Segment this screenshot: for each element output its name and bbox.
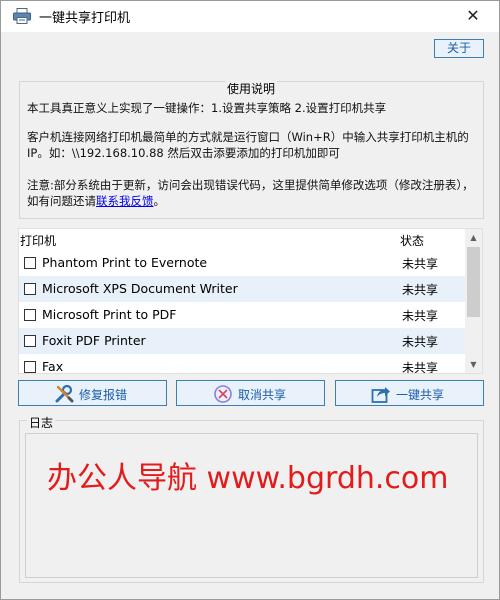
instruction-note-text: 注意:部分系统由于更新，访问会出现错误代码，这里提供简单修改选项（修改注册表），…: [27, 178, 474, 208]
printer-checkbox[interactable]: [24, 283, 36, 295]
printer-status: 未共享: [402, 283, 439, 297]
repair-label: 修复报错: [79, 388, 128, 402]
printer-name: Phantom Print to Evernote: [42, 255, 208, 270]
about-button[interactable]: 关于: [434, 39, 484, 58]
printer-status: 未共享: [402, 361, 439, 374]
printer-row[interactable]: Phantom Print to Evernote 未共享: [19, 250, 466, 276]
list-scrollbar[interactable]: ▲ ▼: [465, 229, 482, 373]
list-header: 打印机 状态: [19, 229, 466, 250]
title-bar: 一键共享打印机 ✕: [1, 1, 499, 32]
printer-name: Foxit PDF Printer: [42, 333, 146, 348]
printer-icon: [13, 8, 31, 24]
feedback-link[interactable]: 联系我反馈: [96, 194, 154, 208]
instruction-note-end: 。: [153, 194, 166, 208]
instruction-line-3: 注意:部分系统由于更新，访问会出现错误代码，这里提供简单修改选项（修改注册表），…: [27, 177, 477, 209]
cancel-circle-icon: [214, 385, 232, 403]
instruction-line-2: 客户机连接网络打印机最简单的方式就是运行窗口（Win+R）中输入共享打印机主机的…: [27, 130, 469, 160]
close-button[interactable]: ✕: [455, 2, 491, 30]
one-click-share-button[interactable]: 一键共享: [335, 380, 484, 406]
printer-name: Fax: [42, 359, 64, 374]
close-icon: ✕: [466, 6, 480, 25]
cancel-share-button[interactable]: 取消共享: [176, 380, 325, 406]
scroll-up-icon[interactable]: ▲: [465, 229, 482, 246]
column-header-printer[interactable]: 打印机: [20, 232, 56, 249]
repair-button[interactable]: 修复报错: [18, 380, 167, 406]
printer-name: Microsoft Print to PDF: [42, 307, 177, 322]
printer-status: 未共享: [402, 257, 439, 271]
scroll-thumb[interactable]: [467, 247, 480, 317]
scroll-down-icon[interactable]: ▼: [465, 356, 482, 373]
watermark-text: 办公人导航 www.bgrdh.com: [47, 461, 449, 496]
window-title: 一键共享打印机: [39, 11, 131, 26]
wrench-screwdriver-icon: [55, 384, 74, 403]
app-window: 一键共享打印机 ✕ 关于 使用说明 本工具真正意义上实现了一键操作：1.设置共享…: [0, 0, 500, 600]
cancel-share-label: 取消共享: [238, 388, 287, 402]
printer-status: 未共享: [402, 335, 439, 349]
column-header-status[interactable]: 状态: [400, 232, 424, 249]
printer-status: 未共享: [402, 309, 439, 323]
printer-checkbox[interactable]: [24, 309, 36, 321]
printer-row[interactable]: Microsoft XPS Document Writer 未共享: [19, 276, 466, 302]
printer-checkbox[interactable]: [24, 361, 36, 373]
printer-checkbox[interactable]: [24, 257, 36, 269]
printer-row[interactable]: Fax 未共享: [19, 354, 466, 374]
instruction-line-1: 本工具真正意义上实现了一键操作：1.设置共享策略 2.设置打印机共享: [27, 101, 387, 115]
printer-row[interactable]: Microsoft Print to PDF 未共享: [19, 302, 466, 328]
log-title: 日志: [27, 414, 56, 431]
printer-checkbox[interactable]: [24, 335, 36, 347]
printer-name: Microsoft XPS Document Writer: [42, 281, 238, 296]
share-arrow-icon: [371, 387, 390, 403]
instructions-title: 使用说明: [225, 80, 278, 97]
printer-row[interactable]: Foxit PDF Printer 未共享: [19, 328, 466, 354]
printer-list: 打印机 状态 Phantom Print to Evernote 未共享 Mic…: [18, 228, 483, 374]
one-click-share-label: 一键共享: [396, 388, 445, 402]
